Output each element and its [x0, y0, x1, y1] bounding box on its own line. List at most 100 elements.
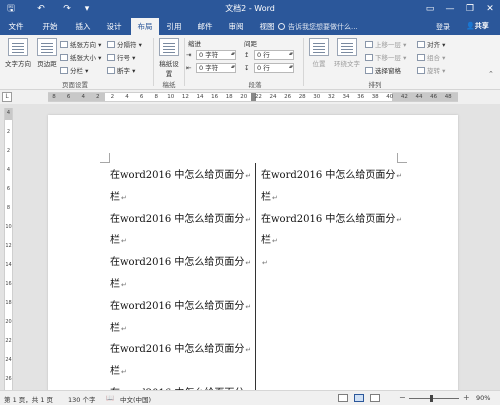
margins-icon [37, 38, 57, 56]
customize-quick-access-icon[interactable]: ▾ [80, 2, 94, 16]
line-numbers-button[interactable]: 行号 ▾ [107, 52, 135, 62]
hyphenation-icon [107, 67, 115, 74]
horizontal-ruler[interactable]: 8 6 4 2 2 4 6 8 10 12 14 16 18 20 22 24 26 28 30 32 34 36 38 40… [48, 92, 458, 102]
tab-view[interactable]: 视图 [254, 18, 280, 35]
left-line[interactable]: 在word2016 中怎么给页面分↵ [110, 296, 251, 318]
document-page[interactable]: 在word2016 中怎么给页面分↵ 栏↵ 在word2016 中怎么给页面分↵ 栏↵… [48, 115, 458, 390]
wrap-text-button[interactable]: 环绕文字 [332, 38, 362, 68]
ruler-tick-label: 8 [154, 94, 158, 100]
align-button[interactable]: 对齐 ▾ [417, 39, 445, 49]
rotate-button[interactable]: 旋转 ▾ [417, 65, 445, 75]
left-line[interactable]: 栏↵ [110, 187, 251, 209]
hyphenation-button[interactable]: 断字 ▾ [107, 65, 135, 75]
tell-me-search[interactable]: 告诉我您想要做什么... [278, 22, 358, 32]
right-line[interactable]: 在word2016 中怎么给页面分↵ [261, 209, 402, 231]
left-line[interactable]: 栏↵ [110, 361, 251, 383]
tab-insert[interactable]: 插入 [70, 18, 96, 35]
position-button[interactable]: 位置 [307, 38, 331, 68]
paragraph-mark-icon: ↵ [272, 193, 278, 202]
read-mode-icon[interactable] [338, 394, 348, 402]
ruler-tick-label: 4 [81, 94, 85, 100]
breaks-button[interactable]: 分隔符 ▾ [107, 39, 142, 49]
text-direction-button[interactable]: 文字方向 [3, 38, 33, 68]
right-column[interactable]: 在word2016 中怎么给页面分↵ 栏↵ 在word2016 中怎么给页面分↵ 栏↵… [261, 165, 402, 274]
indent-left-input[interactable]: 0 字符 [196, 50, 236, 60]
undo-icon[interactable]: ↶ [34, 2, 48, 16]
spacing-after-input[interactable]: 0 行 [254, 63, 294, 73]
ribbon-display-options-icon[interactable]: ▭ [420, 0, 440, 18]
left-line[interactable]: 栏↵ [110, 318, 251, 340]
tab-references[interactable]: 引用 [161, 18, 187, 35]
minimize-icon[interactable]: — [440, 0, 460, 18]
left-line[interactable]: 在word2016 中怎么给页面分↵ [110, 252, 251, 274]
ruler-tick-label: 8 [52, 94, 56, 100]
zoom-in-button[interactable]: + [463, 393, 470, 402]
collapse-ribbon-icon[interactable]: ⌃ [488, 70, 498, 78]
left-line[interactable]: 栏↵ [110, 230, 251, 252]
columns-button[interactable]: 分栏 ▾ [60, 65, 88, 75]
zoom-out-button[interactable]: − [399, 393, 406, 402]
bring-forward-button[interactable]: 上移一层 ▾ [365, 39, 406, 49]
manuscript-settings-button[interactable]: 稿纸设置 [157, 38, 181, 78]
share-label: 共享 [474, 22, 489, 30]
tab-mailings[interactable]: 邮件 [192, 18, 218, 35]
send-backward-icon [365, 54, 373, 61]
right-line[interactable]: 栏↵ [261, 187, 402, 209]
left-line[interactable]: 在word2016 中怎么给页面分↵ [110, 209, 251, 231]
right-line[interactable]: 在word2016 中怎么给页面分↵ [261, 165, 402, 187]
vruler-tick-label: 20 [5, 319, 12, 325]
close-icon[interactable]: ✕ [480, 0, 500, 18]
language-status[interactable]: 中文(中国) [120, 394, 151, 404]
left-line[interactable]: 在word2016 中怎么给页面分 [110, 383, 251, 390]
tab-file[interactable]: 文件 [3, 18, 29, 35]
restore-icon[interactable]: ❐ [460, 0, 480, 18]
redo-icon[interactable]: ↷ [60, 2, 74, 16]
tab-design[interactable]: 设计 [101, 18, 127, 35]
paragraph-mark-icon: ↵ [245, 215, 252, 224]
page-count[interactable]: 第 1 页，共 1 页 [4, 394, 53, 404]
word-count[interactable]: 130 个字 [68, 394, 95, 404]
spacing-before-input[interactable]: 0 行 [254, 50, 294, 60]
indent-right-input[interactable]: 0 字符 [196, 63, 236, 73]
orientation-button[interactable]: 纸张方向 ▾ [60, 39, 101, 49]
left-line[interactable]: 在word2016 中怎么给页面分↵ [110, 165, 251, 187]
selection-pane-button[interactable]: 选择窗格 [365, 65, 401, 75]
group-button[interactable]: 组合 ▾ [417, 52, 445, 62]
line-text: 在word2016 中怎么给页面分 [261, 170, 396, 181]
wrap-text-icon [337, 38, 357, 56]
ribbon: 文字方向 页边距 纸张方向 ▾ 纸张大小 ▾ 分栏 ▾ 分隔符 ▾ 行号 ▾ 断… [0, 35, 500, 90]
send-backward-button[interactable]: 下移一层 ▾ [365, 52, 406, 62]
zoom-slider[interactable] [409, 395, 459, 402]
line-text: 栏 [261, 191, 271, 203]
proofing-icon[interactable]: 📖 [106, 394, 114, 402]
login-link[interactable]: 登录 [436, 22, 450, 32]
zoom-level[interactable]: 90% [476, 394, 490, 402]
indent-left-icon: ⇥ [186, 51, 192, 59]
paragraph-mark-icon: ↵ [245, 346, 252, 355]
save-icon[interactable]: 🖫 [4, 2, 18, 16]
print-layout-icon[interactable] [354, 394, 364, 402]
zoom-slider-thumb[interactable] [429, 395, 433, 402]
group-label: 组合 [427, 54, 440, 62]
tab-home[interactable]: 开始 [37, 18, 63, 35]
left-line[interactable]: 在word2016 中怎么给页面分↵ [110, 339, 251, 361]
left-column[interactable]: 在word2016 中怎么给页面分↵ 栏↵ 在word2016 中怎么给页面分↵ 栏↵… [110, 165, 251, 390]
web-layout-icon[interactable] [370, 394, 380, 402]
tab-review[interactable]: 审阅 [223, 18, 249, 35]
share-button[interactable]: 👤共享 [466, 21, 489, 31]
line-text: 在word2016 中怎么给页面分 [110, 300, 245, 312]
ruler-tick-label: 14 [196, 94, 204, 100]
align-icon [417, 41, 425, 48]
indent-right-icon: ⇤ [186, 64, 192, 72]
tab-selector[interactable]: L [2, 92, 12, 102]
right-line[interactable]: ↵ [261, 252, 402, 274]
margins-button[interactable]: 页边距 [35, 38, 59, 68]
tab-layout[interactable]: 布局 [131, 18, 159, 35]
left-line[interactable]: 栏↵ [110, 274, 251, 296]
size-button[interactable]: 纸张大小 ▾ [60, 52, 101, 62]
line-numbers-label: 行号 [117, 54, 130, 62]
paragraph-mark-icon: ↵ [245, 172, 252, 180]
vertical-ruler[interactable]: 4 2 2 4 6 8 10 12 14 16 18 20 22 24 26 [4, 108, 13, 390]
paragraph-mark-icon: ↵ [245, 259, 252, 268]
right-line[interactable]: 栏↵ [261, 230, 402, 252]
